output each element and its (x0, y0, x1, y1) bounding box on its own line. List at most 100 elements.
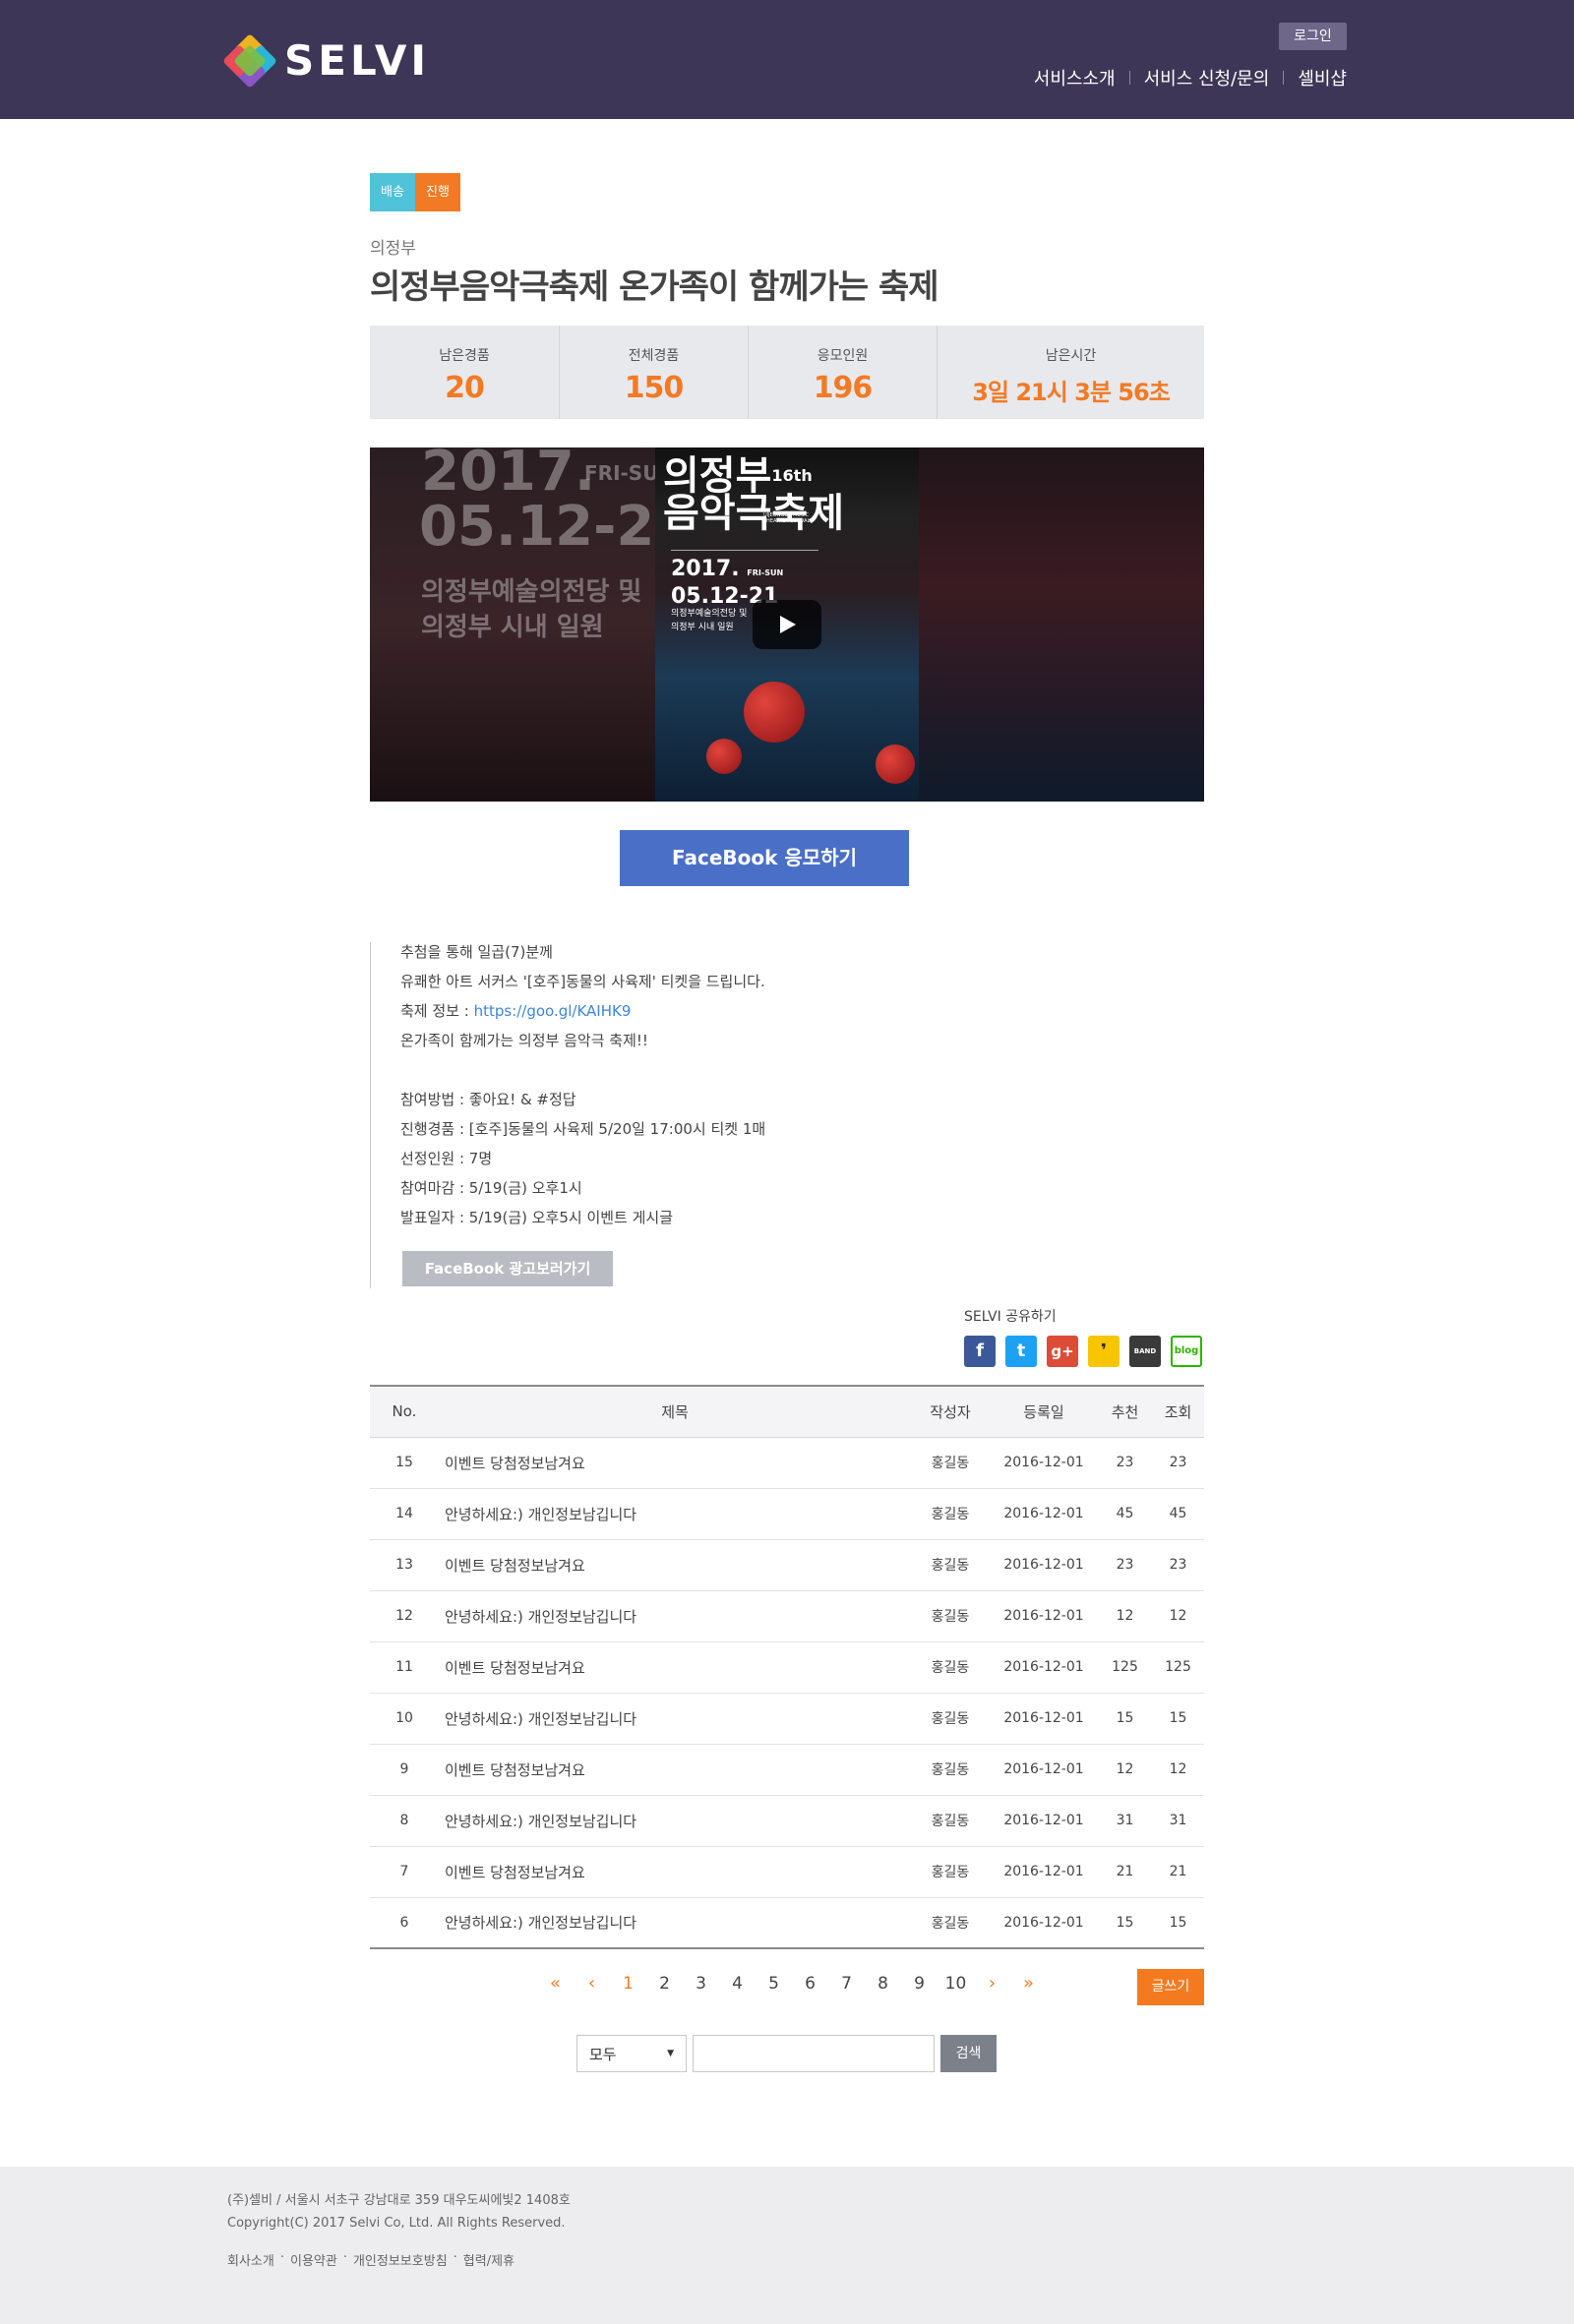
row-views: 23 (1152, 1437, 1204, 1489)
row-title[interactable]: 이벤트 당첨정보남겨요 (439, 1744, 911, 1796)
row-views: 12 (1152, 1744, 1204, 1796)
search-button[interactable]: 검색 (940, 2035, 997, 2072)
stat-value: 196 (813, 371, 874, 405)
backdrop-venue: 의정부 시내 일원 (421, 613, 604, 642)
page-link[interactable]: 4 (719, 1974, 756, 1994)
row-title[interactable]: 안녕하세요:) 개인정보남깁니다 (439, 1693, 911, 1745)
kakaostory-icon[interactable]: ❜ (1088, 1336, 1120, 1367)
table-row[interactable]: 10 안녕하세요:) 개인정보남깁니다 홍길동 2016-12-01 15 15 (370, 1693, 1204, 1745)
page-link[interactable]: 10 (938, 1974, 974, 1994)
stat-applicants: 응모인원 196 (749, 326, 938, 419)
row-no: 12 (370, 1590, 439, 1642)
col-author: 작성자 (911, 1385, 990, 1438)
table-row[interactable]: 7 이벤트 당첨정보남겨요 홍길동 2016-12-01 21 21 (370, 1846, 1204, 1898)
nav-item-service-apply[interactable]: 서비스 신청/문의 (1144, 65, 1270, 90)
page-link[interactable]: 8 (865, 1974, 901, 1994)
col-no: No. (370, 1385, 439, 1438)
prev-page-icon[interactable]: ‹ (574, 1973, 610, 1994)
board-search: 모두 ▼ 검색 (576, 2035, 997, 2072)
table-header-row: No. 제목 작성자 등록일 추천 조회 (370, 1385, 1204, 1438)
table-row[interactable]: 8 안녕하세요:) 개인정보남깁니다 홍길동 2016-12-01 31 31 (370, 1795, 1204, 1847)
twitter-icon[interactable]: t (1005, 1336, 1037, 1367)
row-title[interactable]: 안녕하세요:) 개인정보남깁니다 (439, 1488, 911, 1540)
stat-remaining-prizes: 남은경품 20 (370, 326, 560, 419)
facebook-apply-button[interactable]: FaceBook 응모하기 (620, 830, 909, 886)
page-link[interactable]: 6 (792, 1974, 828, 1994)
backdrop-venue: 의정부예술의전당 및 (421, 577, 642, 607)
stat-label: 전체경품 (628, 348, 680, 364)
googleplus-icon[interactable]: g+ (1047, 1336, 1078, 1367)
desc-line: 추첨을 통해 일곱(7)분께 (400, 943, 553, 961)
row-title[interactable]: 안녕하세요:) 개인정보남깁니다 (439, 1897, 911, 1949)
video-backdrop-right (919, 447, 1204, 802)
row-title[interactable]: 안녕하세요:) 개인정보남깁니다 (439, 1795, 911, 1847)
footer-link-about[interactable]: 회사소개 (227, 2250, 274, 2269)
band-icon[interactable]: BAND (1129, 1336, 1161, 1367)
board-table: No. 제목 작성자 등록일 추천 조회 15 이벤트 당첨정보남겨요 홍길동 201… (370, 1385, 1204, 1949)
row-date: 2016-12-01 (990, 1897, 1098, 1949)
event-description: 추첨을 통해 일곱(7)분께 유쾌한 아트 서커스 '[호주]동물의 사육제' … (370, 942, 960, 1288)
row-author: 홍길동 (911, 1539, 990, 1591)
desc-info-line: 축제 정보 : https://goo.gl/KAIHK9 (400, 1002, 632, 1020)
site-header: SELVI 로그인 서비스소개 서비스 신청/문의 셀비샵 (0, 0, 1574, 119)
row-author: 홍길동 (911, 1488, 990, 1540)
row-recommend: 15 (1098, 1693, 1152, 1745)
footer-link-terms[interactable]: 이용약관 (290, 2250, 337, 2269)
table-row[interactable]: 6 안녕하세요:) 개인정보남깁니다 홍길동 2016-12-01 15 15 (370, 1897, 1204, 1949)
row-date: 2016-12-01 (990, 1539, 1098, 1591)
main-nav: 서비스소개 서비스 신청/문의 셀비샵 (1034, 65, 1347, 90)
footer-link-partnership[interactable]: 협력/제휴 (463, 2250, 515, 2269)
row-title[interactable]: 안녕하세요:) 개인정보남깁니다 (439, 1590, 911, 1642)
page-link[interactable]: 1 (610, 1974, 646, 1994)
table-row[interactable]: 9 이벤트 당첨정보남겨요 홍길동 2016-12-01 12 12 (370, 1744, 1204, 1796)
page-link[interactable]: 7 (828, 1974, 865, 1994)
footer-link-privacy[interactable]: 개인정보보호방침 (353, 2250, 448, 2269)
table-row[interactable]: 15 이벤트 당첨정보남겨요 홍길동 2016-12-01 23 23 (370, 1437, 1204, 1489)
row-title[interactable]: 이벤트 당첨정보남겨요 (439, 1641, 911, 1694)
stat-label: 응모인원 (817, 348, 869, 364)
row-recommend: 23 (1098, 1437, 1152, 1489)
last-page-icon[interactable]: » (1010, 1973, 1047, 1994)
write-button[interactable]: 글쓰기 (1137, 1969, 1204, 2005)
badge-in-progress: 진행 (415, 173, 460, 211)
page-link[interactable]: 5 (756, 1974, 792, 1994)
row-title[interactable]: 이벤트 당첨정보남겨요 (439, 1539, 911, 1591)
row-title[interactable]: 이벤트 당첨정보남겨요 (439, 1437, 911, 1489)
page-link[interactable]: 3 (683, 1974, 719, 1994)
nav-item-service-intro[interactable]: 서비스소개 (1034, 65, 1116, 90)
logo[interactable]: SELVI (222, 32, 430, 89)
col-recommend: 추천 (1098, 1385, 1152, 1438)
table-row[interactable]: 13 이벤트 당첨정보남겨요 홍길동 2016-12-01 23 23 (370, 1539, 1204, 1591)
facebook-icon[interactable]: f (964, 1336, 996, 1367)
nav-item-selvi-shop[interactable]: 셀비샵 (1298, 65, 1347, 90)
search-input[interactable] (693, 2035, 935, 2072)
event-region: 의정부 (370, 239, 416, 259)
table-row[interactable]: 12 안녕하세요:) 개인정보남깁니다 홍길동 2016-12-01 12 12 (370, 1590, 1204, 1642)
play-icon[interactable] (753, 600, 821, 649)
row-title[interactable]: 이벤트 당첨정보남겨요 (439, 1846, 911, 1898)
search-scope-select[interactable]: 모두 ▼ (576, 2035, 687, 2072)
facebook-ad-button[interactable]: FaceBook 광고보러가기 (402, 1251, 613, 1286)
row-author: 홍길동 (911, 1641, 990, 1694)
col-views: 조회 (1152, 1385, 1204, 1438)
table-row[interactable]: 14 안녕하세요:) 개인정보남깁니다 홍길동 2016-12-01 45 45 (370, 1488, 1204, 1540)
row-recommend: 21 (1098, 1846, 1152, 1898)
stat-value: 20 (445, 371, 485, 405)
next-page-icon[interactable]: › (974, 1973, 1010, 1994)
poster-ball (744, 682, 805, 743)
desc-detail: 참여방법 : 좋아요! & #정답 (400, 1091, 576, 1108)
row-views: 21 (1152, 1846, 1204, 1898)
row-author: 홍길동 (911, 1744, 990, 1796)
page-link[interactable]: 9 (901, 1974, 938, 1994)
first-page-icon[interactable]: « (537, 1973, 574, 1994)
table-row[interactable]: 11 이벤트 당첨정보남겨요 홍길동 2016-12-01 125 125 (370, 1641, 1204, 1694)
event-stats: 남은경품 20 전체경품 150 응모인원 196 남은시간 3일 21시 3분… (370, 326, 1204, 419)
festival-info-link[interactable]: https://goo.gl/KAIHK9 (474, 1002, 632, 1020)
row-no: 14 (370, 1488, 439, 1540)
event-video-player[interactable]: 2017. FRI-SU 05.12-2 의정부예술의전당 및 의정부 시내 일… (370, 447, 1204, 802)
page-link[interactable]: 2 (646, 1974, 683, 1994)
row-recommend: 45 (1098, 1488, 1152, 1540)
login-button[interactable]: 로그인 (1279, 23, 1347, 50)
row-author: 홍길동 (911, 1437, 990, 1489)
blog-icon[interactable]: blog (1171, 1336, 1202, 1367)
